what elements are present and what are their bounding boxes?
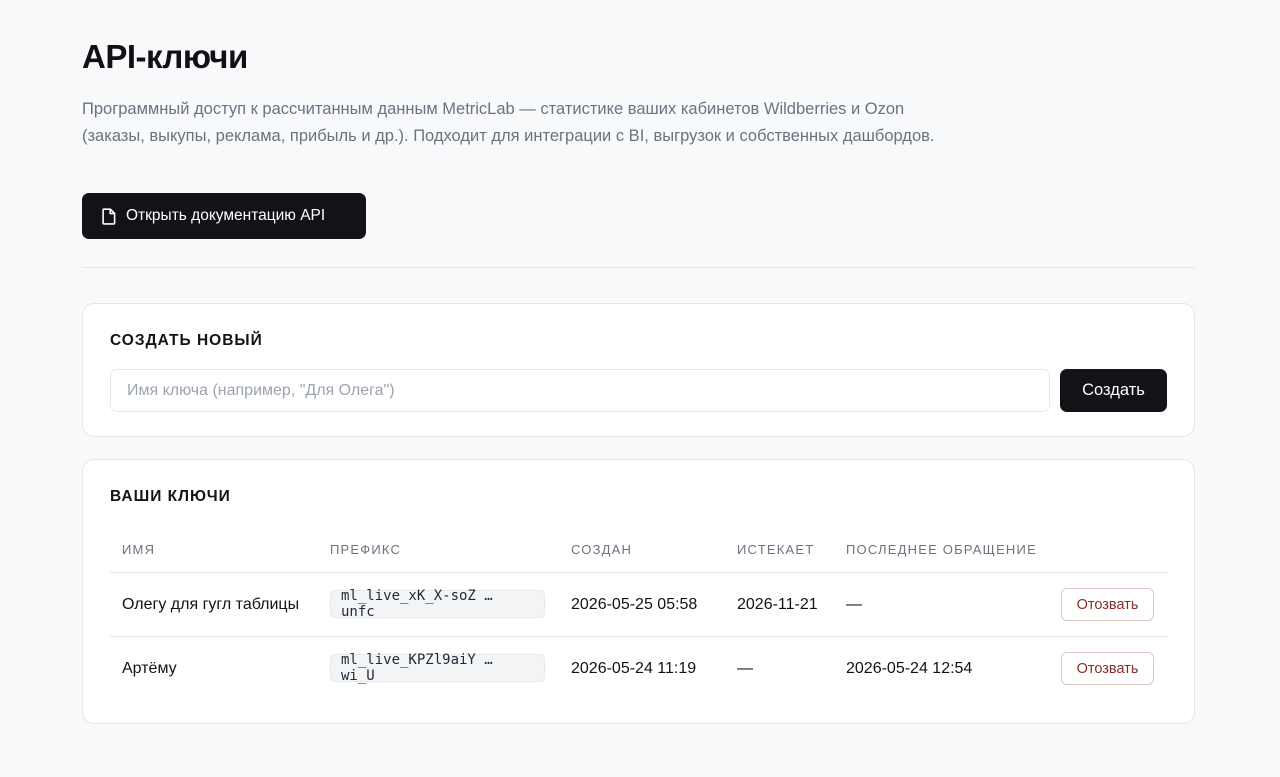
create-key-title: СОЗДАТЬ НОВЫЙ	[110, 332, 263, 349]
key-expires: —	[737, 660, 753, 677]
create-key-button[interactable]: Создать	[1060, 369, 1167, 412]
column-header-created: СОЗДАН	[571, 542, 633, 557]
column-header-prefix: ПРЕФИКС	[330, 542, 402, 557]
open-api-docs-button[interactable]: Открыть документацию API	[82, 193, 366, 239]
key-created: 2026-05-24 11:19	[571, 660, 697, 677]
keys-card: ВАШИ КЛЮЧИ ИМЯ ПРЕФИКС СОЗДАН ИСТЕКАЕТ П…	[82, 459, 1195, 724]
page-description: Программный доступ к рассчитанным данным…	[82, 100, 935, 145]
key-name: Олегу для гугл таблицы	[122, 596, 300, 613]
page-title: API-ключи	[82, 38, 248, 75]
open-api-docs-label: Открыть документацию API	[126, 207, 326, 224]
key-name-input[interactable]	[110, 369, 1050, 412]
document-icon	[102, 207, 116, 225]
column-header-expires: ИСТЕКАЕТ	[737, 542, 815, 557]
create-key-card: СОЗДАТЬ НОВЫЙ Создать	[82, 303, 1195, 437]
key-prefix: ml_live_xK_X-soZ … unfc	[330, 588, 545, 620]
row-divider	[110, 636, 1168, 637]
key-prefix: ml_live_KPZl9aiY … wi_U	[330, 652, 545, 684]
revoke-button[interactable]: Отозвать	[1061, 652, 1154, 685]
table-header-divider	[110, 572, 1168, 573]
column-header-last-access: ПОСЛЕДНЕЕ ОБРАЩЕНИЕ	[846, 542, 1037, 557]
revoke-button[interactable]: Отозвать	[1061, 588, 1154, 621]
key-last-access: —	[846, 596, 862, 613]
key-created: 2026-05-25 05:58	[571, 596, 698, 613]
key-last-access: 2026-05-24 12:54	[846, 660, 973, 677]
section-divider	[82, 267, 1196, 268]
keys-title: ВАШИ КЛЮЧИ	[110, 488, 231, 505]
api-keys-page: API-ключи Программный доступ к рассчитан…	[0, 0, 1280, 777]
key-name: Артёму	[122, 660, 177, 677]
column-header-name: ИМЯ	[122, 542, 156, 557]
key-expires: 2026-11-21	[737, 596, 818, 613]
